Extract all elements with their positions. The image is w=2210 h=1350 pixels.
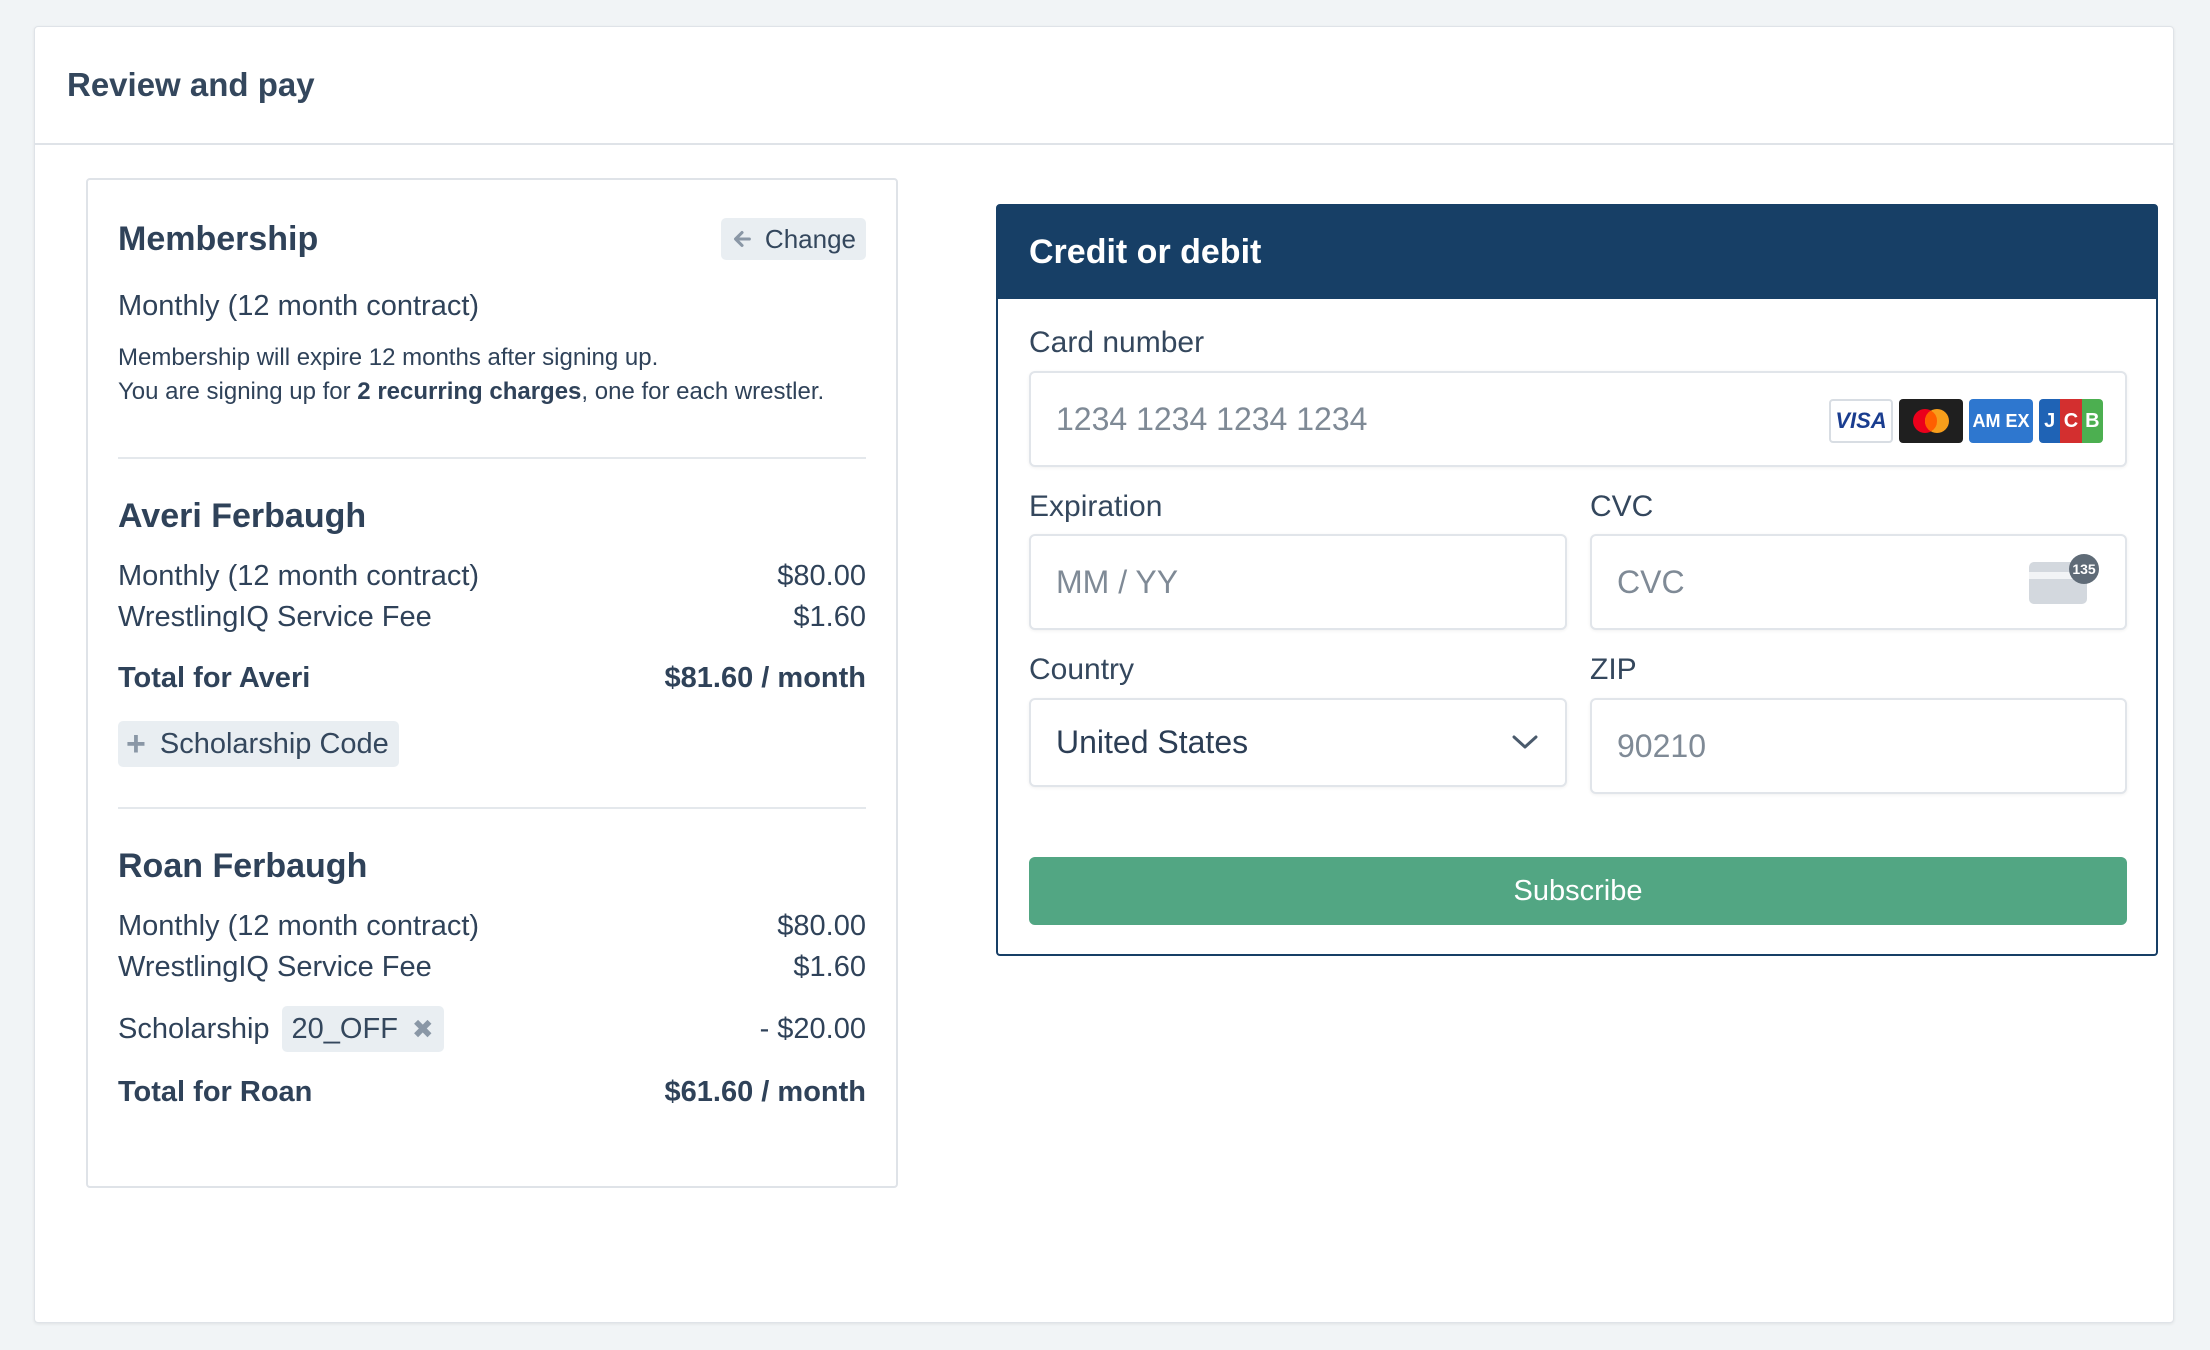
membership-expiry-note: Membership will expire 12 months after s… [118, 344, 659, 371]
zip-label: ZIP [1590, 653, 1637, 686]
scholarship-label: Scholarship [118, 1012, 270, 1045]
cvc-badge: 135 [2069, 554, 2099, 584]
scholarship-code-chip: 20_OFF ✖ [281, 1006, 444, 1052]
chevron-down-icon [1512, 735, 1538, 749]
line-item-label: Monthly (12 month contract) [118, 560, 480, 592]
arrow-left-icon [733, 231, 751, 247]
cvc-input[interactable]: CVC 135 [1590, 534, 2127, 630]
card-brands: VISA AM EX J C B [1829, 399, 2103, 443]
card-number-placeholder: 1234 1234 1234 1234 [1056, 400, 1368, 437]
membership-header: Membership Change [118, 218, 866, 260]
membership-note: Membership will expire 12 months after s… [118, 341, 866, 409]
order-summary: Membership Change Monthly (12 month cont… [86, 178, 898, 1188]
wrestler-name: Averi Ferbaugh [118, 497, 367, 535]
line-item-label: WrestlingIQ Service Fee [118, 951, 432, 983]
wrestler-total: Total for Averi $81.60 / month [118, 662, 866, 695]
mastercard-icon [1899, 399, 1963, 443]
amex-icon: AM EX [1969, 399, 2033, 443]
line-item-label: WrestlingIQ Service Fee [118, 601, 432, 633]
payment-title: Credit or debit [1029, 233, 1262, 271]
card-number-input[interactable]: 1234 1234 1234 1234 VISA AM EX J C B [1029, 371, 2127, 467]
line-item-amount: $1.60 [793, 601, 866, 633]
line-item: Monthly (12 month contract) $80.00 [118, 556, 866, 597]
total-label: Total for Averi [118, 662, 311, 694]
scholarship-amount: - $20.00 [759, 1012, 866, 1045]
total-label: Total for Roan [118, 1076, 313, 1108]
wrestler-name: Roan Ferbaugh [118, 847, 368, 885]
line-item-amount: $80.00 [777, 560, 866, 592]
payment-header: Credit or debit [998, 206, 2156, 299]
country-label: Country [1029, 653, 1135, 686]
page-title: Review and pay [67, 66, 315, 103]
scholarship-code: 20_OFF [291, 1012, 398, 1045]
total-amount: $61.60 / month [664, 1076, 866, 1108]
expiration-label: Expiration [1029, 490, 1163, 523]
jcb-letter: C [2060, 399, 2082, 443]
scholarship-info: Scholarship 20_OFF ✖ [118, 1006, 444, 1052]
wrestler-total: Total for Roan $61.60 / month [118, 1076, 866, 1109]
expiration-placeholder: MM / YY [1056, 563, 1179, 600]
change-membership-button[interactable]: Change [720, 218, 866, 260]
zip-placeholder: 90210 [1617, 727, 1706, 764]
scholarship-line: Scholarship 20_OFF ✖ - $20.00 [118, 1006, 866, 1052]
wrestler-summary-roan: Roan Ferbaugh Monthly (12 month contract… [118, 847, 866, 1109]
payment-form: Credit or debit Card number 1234 1234 12… [996, 204, 2158, 956]
expiration-input[interactable]: MM / YY [1029, 534, 1567, 630]
cvc-card-icon: 135 [2029, 554, 2099, 604]
wrestler-summary-averi: Averi Ferbaugh Monthly (12 month contrac… [118, 497, 866, 767]
divider [118, 457, 866, 459]
line-item-amount: $80.00 [777, 910, 866, 942]
remove-code-icon[interactable]: ✖ [412, 1014, 434, 1045]
plus-icon: + [126, 725, 146, 763]
cvc-label: CVC [1590, 490, 1654, 523]
membership-plan: Monthly (12 month contract) [118, 290, 480, 322]
note-prefix: You are signing up for [118, 378, 358, 405]
cvc-placeholder: CVC [1617, 563, 1685, 600]
review-and-pay-card: Review and pay Membership Change Monthly… [34, 26, 2174, 1323]
note-suffix: , one for each wrestler. [581, 378, 825, 405]
scholarship-code-label: Scholarship Code [159, 727, 389, 760]
zip-input[interactable]: 90210 [1590, 698, 2127, 794]
jcb-letter: B [2081, 399, 2103, 443]
line-item-amount: $1.60 [793, 951, 866, 983]
jcb-letter: J [2039, 399, 2061, 443]
country-select[interactable]: United States [1029, 698, 1567, 787]
subscribe-button[interactable]: Subscribe [1029, 857, 2127, 925]
line-item-label: Monthly (12 month contract) [118, 910, 480, 942]
visa-icon: VISA [1829, 399, 1893, 443]
membership-title: Membership [118, 219, 319, 258]
jcb-icon: J C B [2039, 399, 2103, 443]
change-label: Change [764, 223, 856, 254]
line-item: WrestlingIQ Service Fee $1.60 [118, 947, 866, 988]
card-number-label: Card number [1029, 326, 1205, 359]
card-header: Review and pay [35, 27, 2173, 145]
add-scholarship-code-button[interactable]: + Scholarship Code [118, 721, 399, 767]
note-bold: 2 recurring charges [357, 378, 582, 405]
country-value: United States [1056, 724, 1249, 760]
divider [118, 807, 866, 809]
recurring-charges-note: You are signing up for 2 recurring charg… [118, 375, 866, 409]
total-amount: $81.60 / month [664, 662, 866, 694]
line-item: Monthly (12 month contract) $80.00 [118, 906, 866, 947]
line-item: WrestlingIQ Service Fee $1.60 [118, 597, 866, 638]
